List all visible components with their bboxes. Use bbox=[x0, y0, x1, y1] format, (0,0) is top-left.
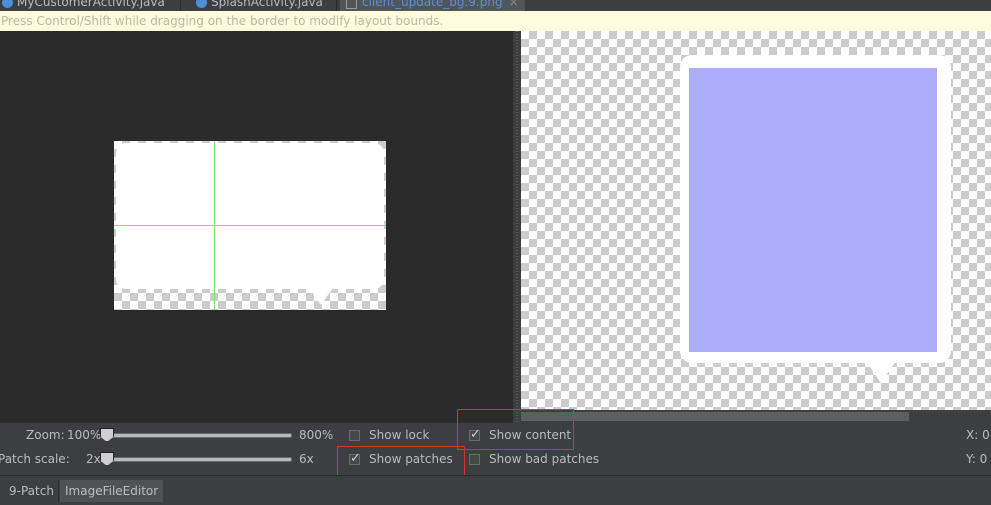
nine-patch-editor-canvas[interactable] bbox=[0, 31, 513, 423]
scrollbar-thumb[interactable] bbox=[521, 412, 909, 421]
patch-scale-max-label: 6x bbox=[299, 452, 314, 466]
tab-divider bbox=[336, 0, 337, 11]
x-coordinate-readout: X: 0 bbox=[966, 428, 990, 442]
java-class-icon bbox=[2, 0, 13, 8]
hint-banner: Press Control/Shift while dragging on th… bbox=[0, 11, 991, 31]
tab-client-update-bg[interactable]: client_update_bg.9.png × bbox=[340, 0, 525, 11]
zoom-slider[interactable] bbox=[100, 433, 292, 438]
highlight-box-show-content bbox=[457, 409, 574, 450]
tab-divider bbox=[180, 0, 181, 11]
y-coordinate-readout: Y: 0 bbox=[966, 452, 988, 466]
zoom-max-label: 800% bbox=[299, 428, 334, 442]
patch-scale-label: Patch scale: bbox=[0, 452, 70, 466]
image-file-icon bbox=[346, 0, 357, 9]
show-lock-checkbox[interactable] bbox=[349, 430, 360, 441]
nine-patch-image[interactable] bbox=[114, 141, 386, 310]
show-lock-label[interactable]: Show lock bbox=[369, 428, 429, 442]
show-bad-patches-checkbox[interactable] bbox=[469, 454, 480, 465]
tab-label: client_update_bg.9.png bbox=[362, 0, 503, 9]
speech-bubble-shape bbox=[116, 143, 384, 289]
splitter-grip bbox=[516, 31, 518, 423]
close-icon[interactable]: × bbox=[509, 0, 519, 9]
patch-scale-min-label: 2x bbox=[86, 452, 101, 466]
preview-horizontal-scrollbar[interactable] bbox=[521, 410, 991, 423]
patch-scale-slider-thumb[interactable] bbox=[100, 452, 114, 466]
zoom-min-label: 100% bbox=[67, 428, 102, 442]
tab-my-customer-activity[interactable]: MyCustomerActivity.java bbox=[2, 0, 165, 11]
tab-label: MyCustomerActivity.java bbox=[17, 0, 165, 9]
patch-scale-slider[interactable] bbox=[100, 457, 292, 462]
show-bad-patches-label[interactable]: Show bad patches bbox=[489, 452, 599, 466]
preview-bubble-tail bbox=[866, 361, 896, 383]
editor-tab-bar: MyCustomerActivity.java SplashActivity.j… bbox=[0, 0, 991, 11]
bottom-tab-divider bbox=[58, 480, 59, 502]
tab-label: SplashActivity.java bbox=[211, 0, 323, 9]
content-area-highlight bbox=[689, 68, 937, 352]
java-class-icon bbox=[196, 0, 207, 8]
zoom-slider-thumb[interactable] bbox=[100, 428, 114, 442]
editor-bottom-tabs: 9-Patch ImageFileEditor bbox=[0, 475, 991, 505]
zoom-label: Zoom: bbox=[26, 428, 65, 442]
pane-splitter[interactable] bbox=[513, 31, 521, 423]
stretch-preview-pane bbox=[521, 31, 991, 410]
speech-bubble-tail bbox=[307, 285, 335, 305]
tab-nine-patch[interactable]: 9-Patch bbox=[4, 480, 59, 502]
tab-splash-activity[interactable]: SplashActivity.java bbox=[196, 0, 323, 11]
horizontal-patch-guide[interactable] bbox=[114, 225, 386, 226]
tab-image-file-editor[interactable]: ImageFileEditor bbox=[60, 480, 164, 502]
